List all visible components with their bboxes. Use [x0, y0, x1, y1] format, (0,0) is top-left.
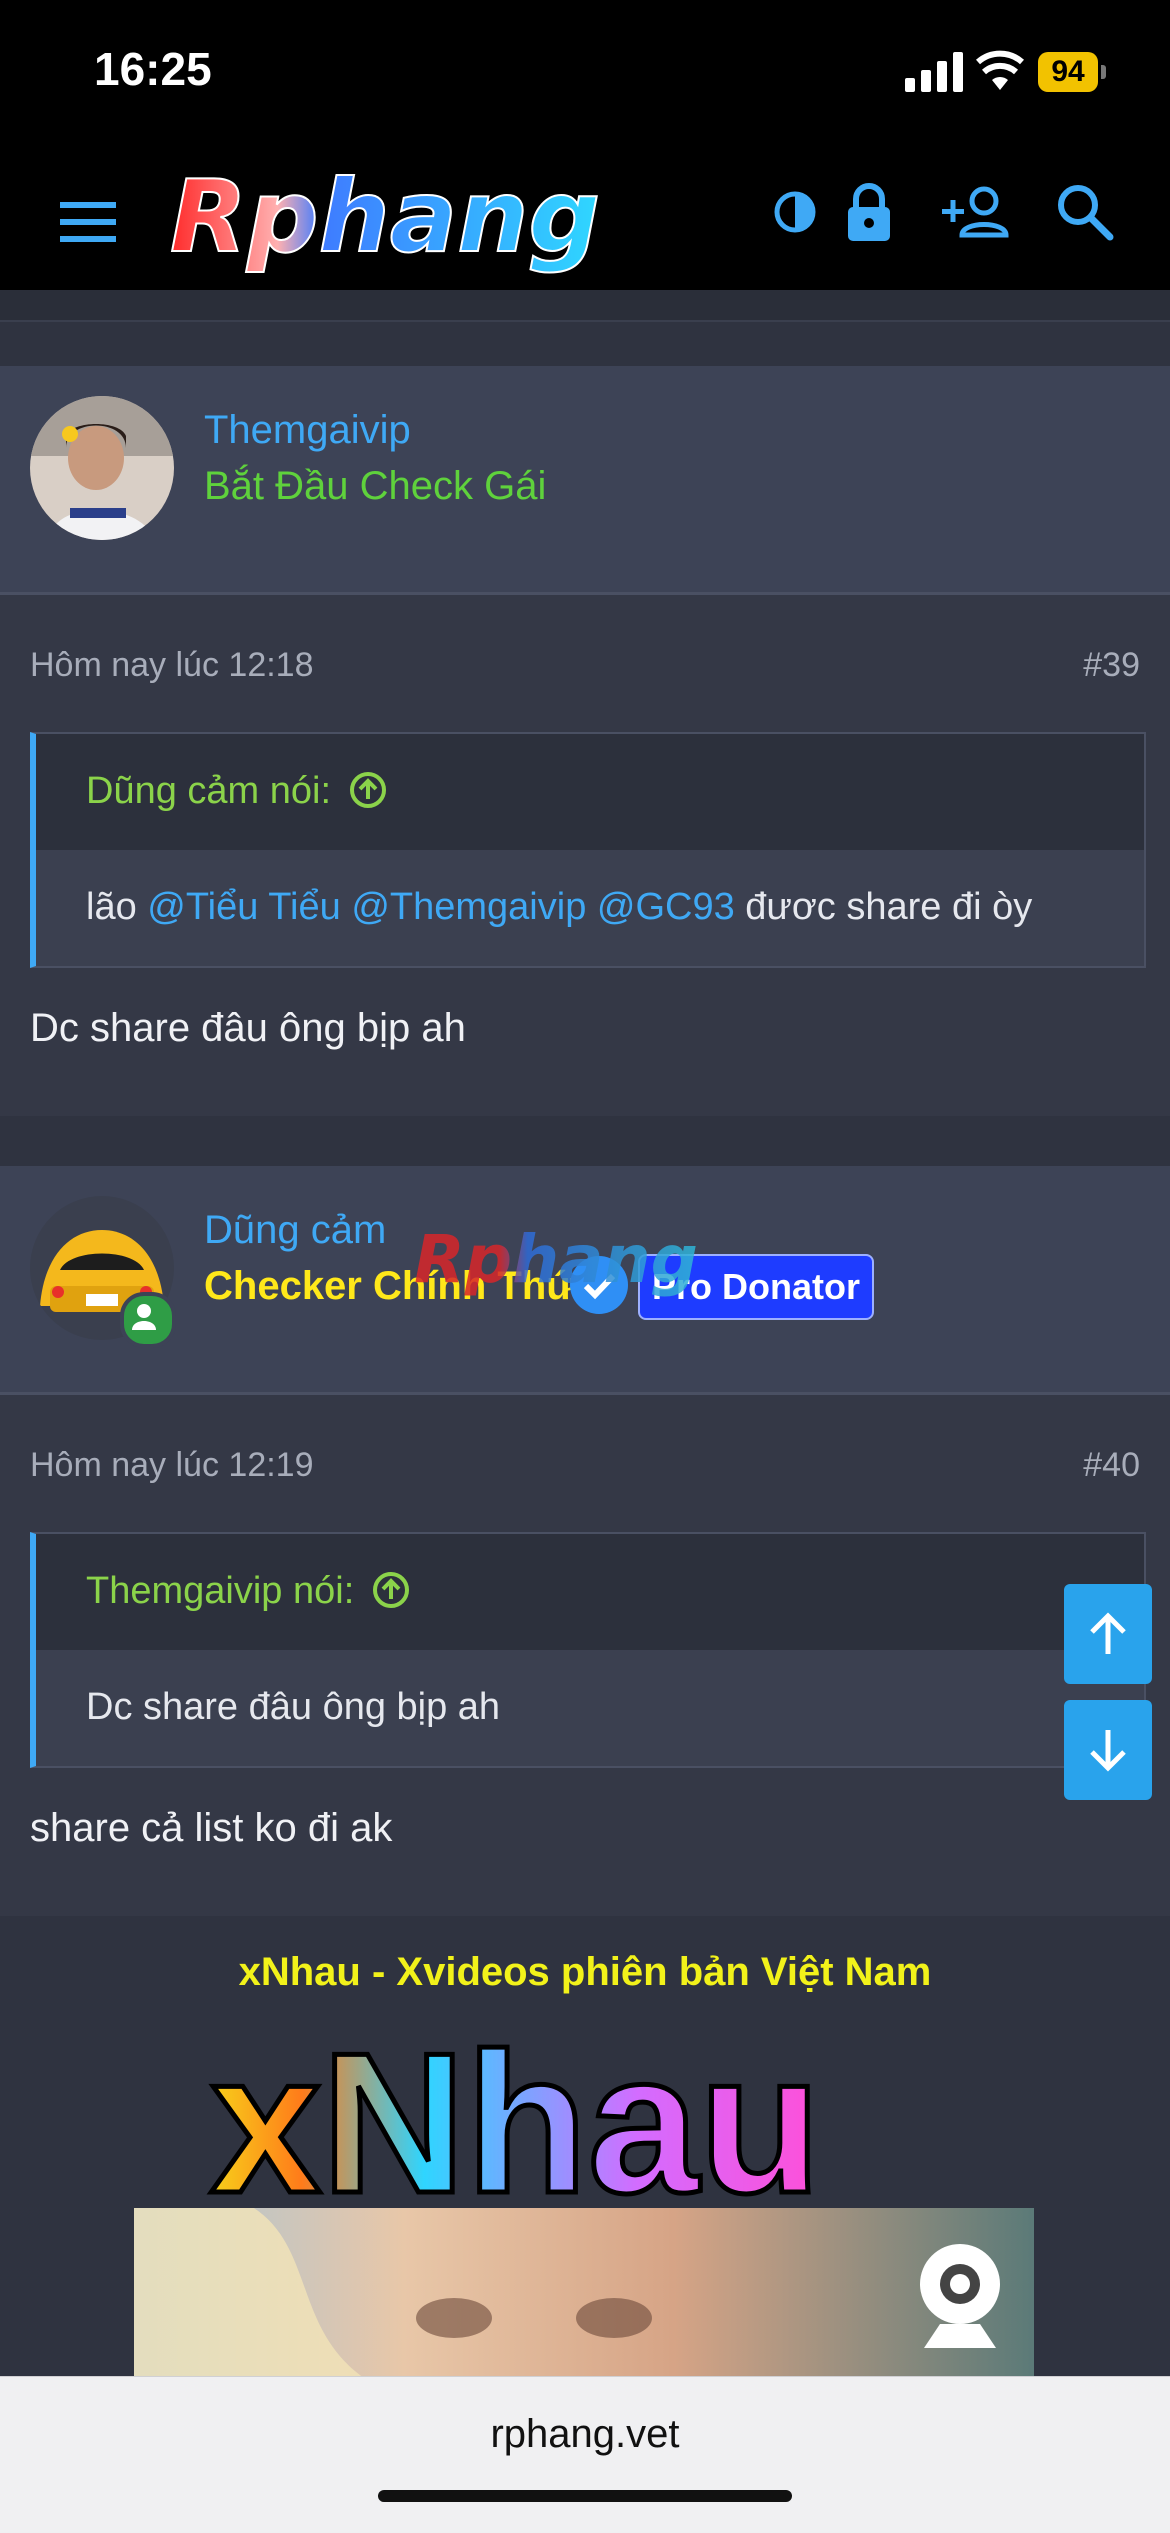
watermark-logo: Rphang: [414, 1221, 698, 1298]
user-title: Bắt Đầu Check Gái: [204, 464, 547, 508]
quote-content: Dc share đâu ông bịp ah: [86, 1686, 501, 1728]
ad-title[interactable]: xNhau - Xvideos phiên bản Việt Nam: [0, 1950, 1170, 1995]
scroll-to-bottom-button[interactable]: [1064, 1700, 1152, 1800]
svg-text:Rphang: Rphang: [414, 1221, 698, 1298]
quote-block: Themgaivip nói: Dc share đâu ông bịp ah: [30, 1532, 1146, 1768]
online-status-icon: [120, 1292, 176, 1348]
post-number[interactable]: #39: [1083, 646, 1140, 685]
home-indicator[interactable]: [378, 2490, 792, 2502]
avatar[interactable]: [30, 396, 174, 540]
post-timestamp[interactable]: Hôm nay lúc 12:18: [30, 646, 314, 685]
ad-banner-image[interactable]: [134, 2208, 1034, 2378]
post-body: Dc share đâu ông bịp ah: [30, 1006, 466, 1050]
menu-icon[interactable]: [58, 200, 120, 244]
battery-level: 94: [1038, 52, 1098, 92]
theme-toggle-icon[interactable]: [758, 175, 832, 249]
search-icon[interactable]: [1048, 175, 1122, 249]
site-logo[interactable]: Rphang: [160, 165, 730, 275]
arrow-up-circle-icon[interactable]: [371, 1570, 411, 1610]
svg-text:Rphang: Rphang: [170, 165, 600, 275]
mention-link[interactable]: @Themgaivip: [351, 886, 586, 928]
quote-header: Themgaivip nói:: [36, 1534, 1144, 1650]
quote-block: Dũng cảm nói: lão @Tiểu Tiểu @Themgaivip…: [30, 732, 1146, 968]
scroll-to-top-button[interactable]: [1064, 1584, 1152, 1684]
add-user-icon[interactable]: [940, 175, 1014, 249]
divider-strip: [0, 290, 1170, 322]
post-39: Themgaivip Bắt Đầu Check Gái Hôm nay lúc…: [0, 366, 1170, 1116]
username[interactable]: Themgaivip: [204, 408, 411, 453]
quote-author[interactable]: Themgaivip nói:: [86, 1570, 411, 1613]
post-timestamp[interactable]: Hôm nay lúc 12:19: [30, 1446, 314, 1485]
url-text[interactable]: rphang.vet: [0, 2412, 1170, 2457]
mention-link[interactable]: @Tiểu Tiểu: [147, 886, 340, 928]
post-body: share cả list ko đi ak: [30, 1806, 393, 1850]
arrow-down-icon: [1090, 1730, 1126, 1772]
arrow-up-icon: [1090, 1612, 1126, 1654]
quote-author[interactable]: Dũng cảm nói:: [86, 770, 388, 813]
status-time: 16:25: [94, 43, 212, 95]
cellular-signal-icon: [905, 52, 963, 92]
quote-content: lão @Tiểu Tiểu @Themgaivip @GC93 đươc sh…: [86, 886, 1033, 928]
svg-text:xNhau: xNhau: [210, 2012, 821, 2210]
ad-logo[interactable]: xNhau: [200, 2000, 970, 2211]
battery-indicator: 94: [1038, 52, 1108, 92]
mention-link[interactable]: @GC93: [597, 886, 735, 928]
lock-icon[interactable]: [832, 175, 906, 249]
username[interactable]: Dũng cảm: [204, 1208, 386, 1253]
post-author-header: Themgaivip Bắt Đầu Check Gái: [0, 366, 1170, 595]
arrow-up-circle-icon[interactable]: [348, 770, 388, 810]
post-number[interactable]: #40: [1083, 1446, 1140, 1485]
wifi-icon: [976, 50, 1024, 90]
quote-header: Dũng cảm nói:: [36, 734, 1144, 850]
